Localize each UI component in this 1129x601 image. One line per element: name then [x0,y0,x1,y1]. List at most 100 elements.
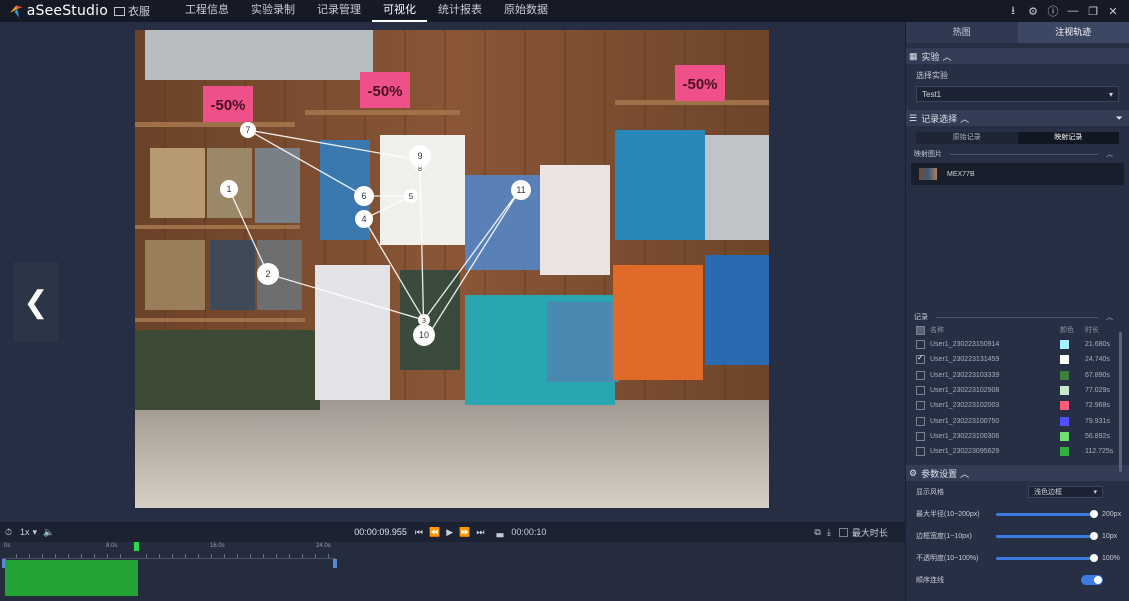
record-checkbox[interactable] [916,431,925,441]
project-label[interactable]: 衣服 [114,3,174,19]
mapped-image-item[interactable]: MEX77B [911,163,1124,185]
screenshot-icon[interactable]: ⧉ [814,527,820,538]
record-row[interactable]: User1_230223102003 72.968s [906,398,1129,413]
max-duration-checkbox[interactable] [838,527,848,537]
nav-project-info[interactable]: 工程信息 [174,0,240,22]
nav-statistics[interactable]: 统计报表 [427,0,493,22]
record-checkbox[interactable] [916,370,925,380]
timer-icon[interactable]: ⏱ [5,527,12,538]
experiment-select[interactable]: Test1 ▾ [916,86,1119,102]
record-checkbox[interactable] [916,386,925,396]
record-row[interactable]: User1_230223103339 67.890s [906,368,1129,383]
records-scrollbar[interactable] [1119,332,1122,472]
restore-icon[interactable]: ❐ [1083,5,1103,18]
record-row[interactable]: User1_230223095629 112.725s [906,444,1129,459]
stimulus-viewer: -50% -50% -50% 1 2 3 4 5 6 7 8 9 10 11 ❮ [0,22,905,522]
svg-text:8: 8 [418,166,422,173]
record-checkbox[interactable] [916,340,925,350]
download-icon[interactable]: ⭳ [1003,2,1023,21]
play-icon[interactable]: ▶ [446,527,453,538]
nav-visualization[interactable]: 可视化 [372,0,427,22]
volume-icon[interactable]: 🔈 [43,527,54,538]
nav-raw-data[interactable]: 原始数据 [493,0,559,22]
record-row[interactable]: User1_230223131459 24.740s [906,352,1129,367]
mapped-image-name: MEX77B [947,170,975,178]
export-icon[interactable]: ⤓ [827,527,831,538]
records-select-header[interactable]: ☰ 记录选择 ︿ ⏷ [906,110,1129,126]
record-checkbox[interactable] [916,416,925,426]
record-color-swatch[interactable] [1060,416,1069,426]
slider-knob[interactable] [1090,553,1098,562]
svg-text:10: 10 [419,330,429,340]
right-panel: 热图 注视轨迹 ▦ 实验 ︿ 选择实验 Test1 ▾ ☰ 记录选择 ︿ ⏷ 原… [905,22,1129,601]
params-section-header[interactable]: ⚙ 参数设置 ︿ [906,465,1129,482]
step-forward-icon[interactable]: ⏩ [459,527,470,538]
experiment-section-header[interactable]: ▦ 实验 ︿ [906,48,1129,64]
window-controls: ⭳ ⚙ ⓘ — ❐ ✕ [1003,0,1123,22]
chevron-up-icon[interactable]: ︿ [1106,149,1113,159]
chevron-up-icon[interactable]: ︿ [1106,312,1113,322]
slider-knob[interactable] [1090,509,1098,518]
gear-icon[interactable]: ⚙ [1023,5,1043,18]
slider-knob[interactable] [1090,531,1098,540]
max-radius-row: 最大半径(10~200px) 200px [906,503,1129,525]
close-icon[interactable]: ✕ [1103,5,1123,18]
recording-segment[interactable] [5,560,138,596]
border-width-row: 边框宽度(1~10px) 10px [906,525,1129,547]
params-title: 参数设置 [921,468,958,479]
record-color-swatch[interactable] [1060,431,1069,441]
record-name: User1_230223150914 [930,341,1000,349]
record-color-swatch[interactable] [1060,447,1069,457]
record-checkbox[interactable] [916,353,925,365]
col-name: 名称 [930,327,944,334]
tab-gaze-trail[interactable]: 注视轨迹 [1017,22,1129,43]
tab-heatmap[interactable]: 热图 [906,22,1018,43]
max-radius-slider[interactable] [996,509,1098,518]
playhead[interactable] [134,542,139,551]
tick-label: 24.0s [316,543,331,549]
record-duration: 79.931s [1085,417,1110,425]
record-checkbox[interactable] [916,447,925,457]
range-end-handle[interactable] [333,559,337,568]
panel-tabs: 热图 注视轨迹 [906,22,1129,43]
record-row[interactable]: User1_230223100750 79.931s [906,413,1129,428]
current-time: 00:00:09.955 [354,527,407,537]
col-color: 颜色 [1060,327,1074,334]
border-width-label: 边框宽度(1~10px) [916,533,972,541]
display-style-value: 浅色边框 [1034,489,1062,497]
nav-record-management[interactable]: 记录管理 [306,0,372,22]
record-color-swatch[interactable] [1060,370,1069,380]
record-row[interactable]: User1_230223100306 56.892s [906,429,1129,444]
filter-icon[interactable]: ⏷ [1116,113,1123,124]
border-width-slider[interactable] [996,531,1098,540]
record-color-swatch[interactable] [1060,401,1069,411]
step-back-icon[interactable]: ⏪ [429,527,440,538]
sequence-line-toggle[interactable] [1081,575,1103,586]
record-checkbox[interactable] [916,401,925,411]
volume-bar-icon[interactable]: ▃ [496,527,503,538]
record-color-swatch[interactable] [1060,340,1069,350]
app-name: aSeeStudio [26,3,108,19]
record-color-swatch[interactable] [1060,386,1069,396]
record-name: User1_230223103339 [930,371,1000,379]
speed-select[interactable]: 1x [20,527,30,537]
opacity-slider[interactable] [996,553,1098,562]
select-all-checkbox[interactable] [916,325,925,335]
stimulus-scene: -50% -50% -50% 1 2 3 4 5 6 7 8 9 10 11 [135,30,769,508]
record-duration: 56.892s [1085,432,1110,440]
skip-start-icon[interactable]: ⏮ [415,527,423,538]
chevron-down-icon: ▾ [1093,489,1097,497]
display-style-select[interactable]: 浅色边框 ▾ [1028,486,1103,499]
previous-arrow-button[interactable]: ❮ [13,262,59,342]
nav-recording[interactable]: 实验录制 [240,0,306,22]
record-row[interactable]: User1_230223150914 21.680s [906,337,1129,352]
skip-end-icon[interactable]: ⏭ [476,527,484,538]
raw-records-option[interactable]: 原始记录 [916,132,1018,144]
minimize-icon[interactable]: — [1063,5,1083,17]
record-row[interactable]: User1_230223102908 77.029s [906,383,1129,398]
help-icon[interactable]: ⓘ [1043,3,1063,19]
record-color-swatch[interactable] [1060,355,1069,365]
record-name: User1_230223102908 [930,387,1000,395]
mapped-records-option[interactable]: 映射记录 [1017,132,1119,144]
project-name: 衣服 [128,6,150,18]
